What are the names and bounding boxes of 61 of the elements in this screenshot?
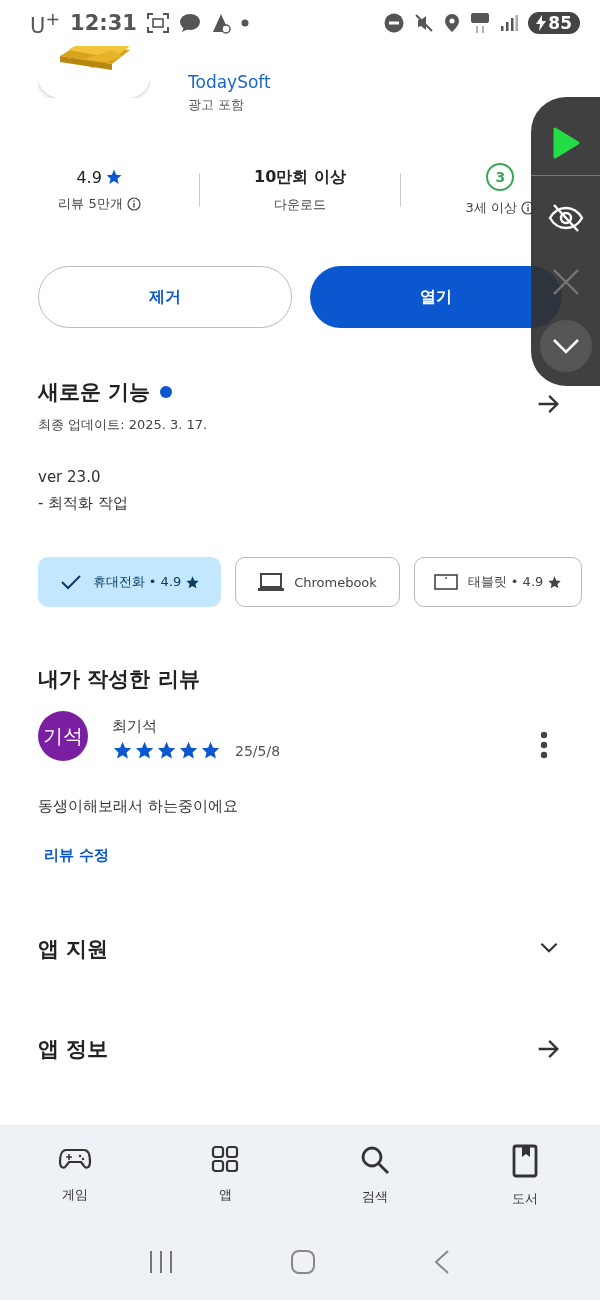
stat-label: 3세 이상 [465, 199, 517, 217]
stat-value: 10만회 이상 [254, 166, 346, 188]
nav-tab[interactable]: 도서 [450, 1143, 600, 1209]
update-date: 최종 업데이트: 2025. 3. 17. [38, 416, 208, 434]
release-note: ver 23.0 [38, 468, 102, 486]
section-title: 앱 지원 [38, 936, 109, 963]
uninstall-button[interactable]: 제거 [38, 266, 292, 328]
screenshot-icon [146, 13, 169, 33]
close-icon [551, 268, 580, 296]
tablet-icon [433, 573, 458, 591]
battery-level: 85 [548, 13, 572, 33]
location-icon [444, 13, 461, 33]
device-chip[interactable]: Chromebook [235, 557, 400, 607]
reviewer-name: 최기석 [112, 717, 158, 736]
chip-label: 태블릿 • 4.9 [467, 573, 544, 591]
stat-label: 리뷰 5만개 [58, 194, 123, 213]
ad-notice: 광고 포함 [188, 96, 246, 114]
nav-tab[interactable]: 게임 [0, 1143, 150, 1209]
review-text: 동생이해보래서 하는중이에요 [38, 797, 238, 816]
star-icon [200, 740, 221, 761]
star-icon [104, 168, 123, 186]
section-title: 새로운 기능 [38, 379, 151, 406]
avatar: 기석 [38, 711, 88, 761]
nav-tab[interactable]: 앱 [150, 1143, 300, 1209]
search-icon [359, 1144, 391, 1176]
do-not-disturb-icon [384, 13, 405, 33]
mute-icon [414, 13, 435, 33]
stat-value: 4.9 [76, 167, 102, 187]
more-icon[interactable] [540, 731, 548, 759]
recents-icon[interactable] [148, 1249, 174, 1275]
device-chip[interactable]: 휴대전화 • 4.9 [38, 557, 221, 607]
chat-bubble-icon [178, 13, 201, 33]
carrier-label: U$^{+}$ [30, 8, 61, 38]
edit-review-link[interactable]: 리뷰 수정 [44, 846, 110, 865]
dot-icon [240, 19, 249, 27]
section-title: 내가 작성한 리뷰 [38, 666, 200, 693]
age-rating-badge: 3 [486, 163, 515, 191]
star-icon [112, 740, 133, 761]
review-date: 25/5/8 [235, 742, 281, 759]
nav-tab[interactable]: 검색 [300, 1143, 450, 1209]
collapse-button[interactable] [539, 320, 592, 372]
section-title: 앱 정보 [38, 1036, 109, 1063]
chip-label: 휴대전화 • 4.9 [92, 573, 182, 591]
device-chip[interactable]: 태블릿 • 4.9 [414, 557, 582, 607]
stat-label: 다운로드 [274, 195, 326, 214]
chip-label: Chromebook [294, 574, 377, 590]
book-icon [511, 1144, 539, 1178]
eye-off-icon [547, 203, 584, 233]
signal-icon [500, 14, 519, 32]
home-icon[interactable] [290, 1249, 316, 1275]
star-icon [156, 740, 177, 761]
grid-icon [210, 1144, 240, 1174]
release-note: - 최적화 작업 [38, 494, 128, 513]
star-icon [178, 740, 199, 761]
chevron-down-icon [550, 337, 581, 355]
app-notification-icon [210, 12, 231, 34]
clock: 12:31 [70, 11, 137, 35]
laptop-icon [258, 572, 285, 592]
star-icon [134, 740, 155, 761]
developer-link[interactable]: TodaySoft [188, 72, 271, 92]
bolt-icon [536, 15, 547, 31]
